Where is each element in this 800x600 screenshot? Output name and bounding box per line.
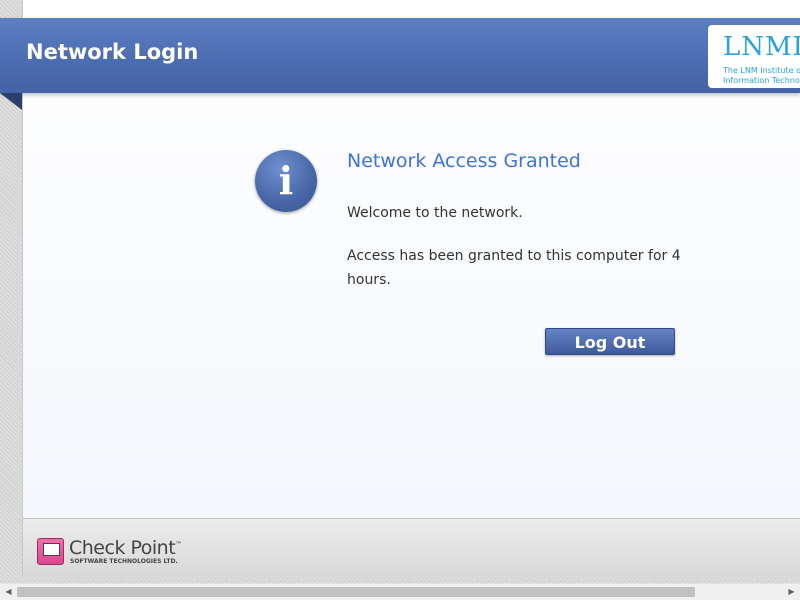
access-granted-title: Network Access Granted [347,150,581,172]
institute-logo-subtitle: The LNM Institute of [723,66,800,75]
scrollbar-thumb[interactable] [17,587,695,597]
header-bar: Network Login LNMI The LNM Institute of … [0,18,800,93]
logout-button[interactable]: Log Out [545,328,675,355]
checkpoint-brand: Check Point™ [69,537,182,559]
page-title: Network Login [26,40,199,64]
institute-logo-text: LNMI [723,32,800,62]
checkpoint-logo-icon [37,538,64,565]
access-duration-message: Access has been granted to this computer… [347,248,681,288]
horizontal-scrollbar[interactable]: ◀ ▶ [0,583,800,600]
info-icon: i [255,150,317,212]
institute-logo: LNMI The LNM Institute of Information Te… [708,25,800,88]
welcome-message: Welcome to the network. [347,205,523,221]
header-fold-decoration [0,93,22,110]
checkpoint-brand-subtitle: SOFTWARE TECHNOLOGIES LTD. [70,558,178,565]
scroll-right-arrow-icon[interactable]: ▶ [783,584,800,600]
footer: Check Point™ SOFTWARE TECHNOLOGIES LTD. [23,518,800,577]
scroll-left-arrow-icon[interactable]: ◀ [0,584,17,600]
institute-logo-subtitle: Information Technology [723,76,800,85]
